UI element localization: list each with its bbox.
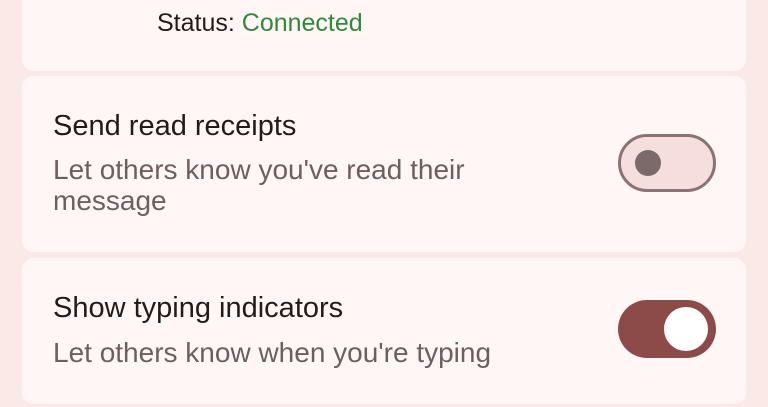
typing-indicators-description: Let others know when you're typing [53,337,492,368]
toggle-thumb [635,150,661,176]
typing-indicators-setting[interactable]: Show typing indicators Let others know w… [22,258,746,404]
typing-indicators-toggle[interactable] [618,300,716,358]
connection-card [22,0,746,71]
connection-status: Status: Connected [157,8,363,38]
read-receipts-toggle[interactable] [618,134,716,192]
status-value: Connected [241,9,363,37]
read-receipts-setting[interactable]: Send read receipts Let others know you'v… [22,76,746,252]
read-receipts-description: Let others know you've read their messag… [53,154,465,216]
read-receipts-title: Send read receipts [53,110,297,142]
typing-indicators-title: Show typing indicators [53,292,344,324]
status-label: Status: [157,9,242,37]
toggle-thumb [664,307,708,351]
